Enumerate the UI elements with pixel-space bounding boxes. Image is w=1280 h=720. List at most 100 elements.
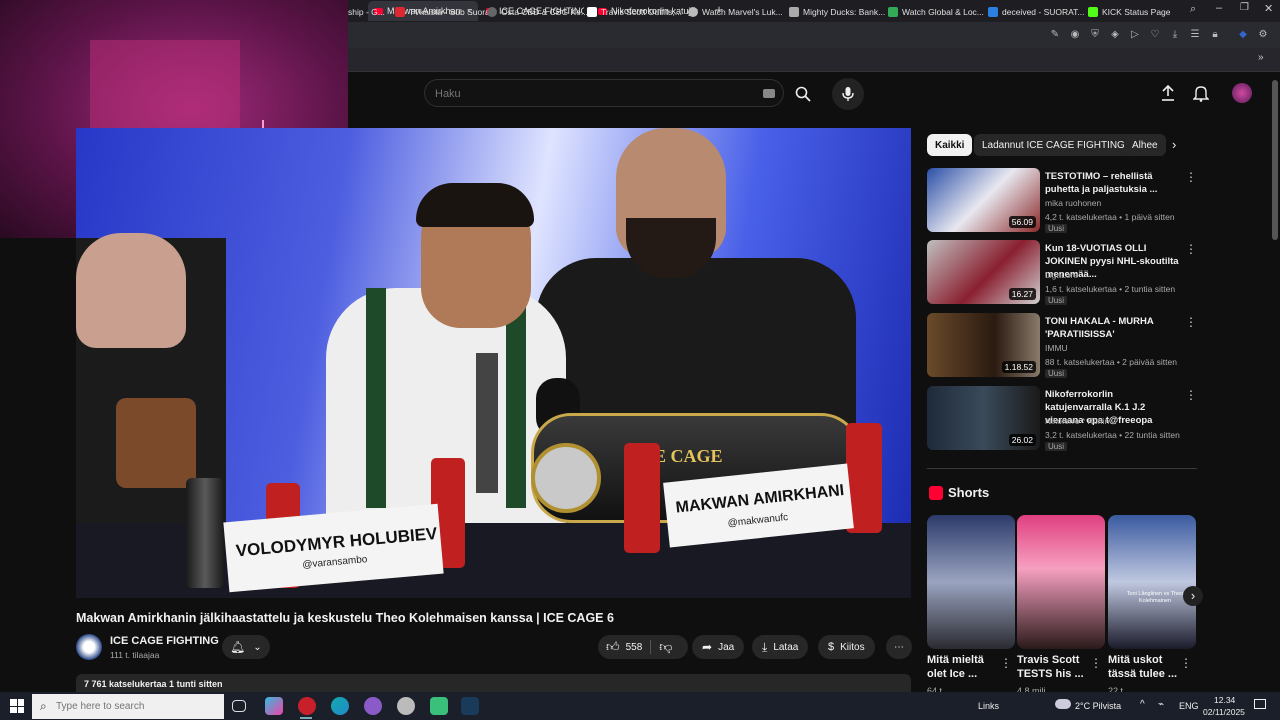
short-thumbnail[interactable] bbox=[927, 515, 1015, 649]
network-icon[interactable]: ⌁ bbox=[1158, 699, 1164, 710]
video-thumbnail[interactable]: 26.02 bbox=[927, 386, 1040, 450]
short-title[interactable]: Mitä mieltä olet Ice ... bbox=[927, 653, 1003, 681]
more-vertical-icon[interactable]: ⋮ bbox=[1000, 656, 1012, 670]
recommendation-title[interactable]: TESTOTIMO – rehellistä puhetta ja paljas… bbox=[1045, 170, 1180, 196]
short-thumbnail[interactable] bbox=[1017, 515, 1105, 649]
widgets-icon[interactable] bbox=[265, 697, 283, 715]
share-button[interactable]: ➦ Jaa bbox=[692, 635, 745, 659]
settings-icon[interactable]: ⚙ bbox=[1256, 28, 1270, 42]
task-view-icon[interactable] bbox=[232, 700, 246, 712]
new-badge: Uusi bbox=[1045, 224, 1068, 233]
taskbar-search[interactable]: ⌕ bbox=[32, 694, 224, 719]
download-button[interactable]: ⤓ Lataa bbox=[752, 635, 809, 659]
more-actions-button[interactable]: ⋯ bbox=[886, 635, 912, 659]
keyboard-icon[interactable] bbox=[763, 89, 775, 98]
opera-icon[interactable] bbox=[298, 697, 316, 715]
search-tabs-icon[interactable]: ⌕ bbox=[1190, 3, 1196, 16]
voice-search-button[interactable] bbox=[832, 78, 864, 110]
close-window-icon[interactable]: ✕ bbox=[1264, 2, 1273, 15]
short-title[interactable]: Mitä uskot tässä tulee ... bbox=[1108, 653, 1184, 681]
bookmark-item[interactable]: deceived - SUORAT... bbox=[988, 4, 1085, 20]
recommendation-channel[interactable]: mika ruohonen bbox=[1045, 198, 1101, 208]
divider bbox=[927, 468, 1197, 469]
search-input[interactable] bbox=[435, 86, 735, 102]
taskbar-search-input[interactable] bbox=[56, 699, 216, 714]
video-thumbnail[interactable]: 1.18.52 bbox=[927, 313, 1040, 377]
more-vertical-icon[interactable]: ⋮ bbox=[1185, 242, 1197, 256]
bookmark-item[interactable]: Osta CBD & CBG Ke... bbox=[487, 4, 588, 20]
bookmarks-overflow-icon[interactable]: » bbox=[1258, 52, 1264, 63]
bookmark-item[interactable]: TVkaista - Sub Suora bbox=[395, 4, 490, 20]
bookmark-item[interactable]: KICK Status Page bbox=[1088, 4, 1171, 20]
bookmark-item[interactable]: Watch Marvel's Luk... bbox=[688, 4, 783, 20]
search-button[interactable] bbox=[790, 81, 816, 107]
video-thumbnail[interactable]: 16.27 bbox=[927, 240, 1040, 304]
more-vertical-icon[interactable]: ⋮ bbox=[1185, 170, 1197, 184]
camera-icon[interactable]: ◉ bbox=[1068, 28, 1082, 42]
hair bbox=[416, 183, 534, 227]
clock-date[interactable]: 02/11/2025 bbox=[1203, 707, 1245, 717]
download-label: Lataa bbox=[773, 641, 799, 653]
chip-all[interactable]: Kaikki bbox=[927, 134, 973, 156]
avatar[interactable] bbox=[1232, 83, 1252, 103]
more-vertical-icon[interactable]: ⋮ bbox=[1185, 315, 1197, 329]
windows-start-button[interactable] bbox=[10, 699, 24, 713]
notifications-button[interactable] bbox=[1192, 84, 1211, 104]
recommendation-channel[interactable]: LigaLore bbox=[1045, 270, 1078, 280]
upload-button[interactable] bbox=[1160, 84, 1178, 104]
obs-icon[interactable] bbox=[430, 697, 448, 715]
clock-time[interactable]: 12.34 bbox=[1214, 695, 1235, 705]
recommendation-title[interactable]: TONI HAKALA - MURHA 'PARATIISISSA' bbox=[1045, 315, 1180, 341]
minimize-icon[interactable]: – bbox=[1216, 2, 1222, 14]
dislike-button[interactable]: 👎︎ bbox=[659, 639, 672, 655]
steam-icon[interactable] bbox=[461, 697, 479, 715]
scrollbar-thumb[interactable] bbox=[1272, 80, 1278, 240]
bookmark-item[interactable]: Watch Global & Loc... bbox=[888, 4, 984, 20]
bookmark-item[interactable]: Travis Scott Outfits,... bbox=[587, 4, 682, 20]
chip-uploaded-by[interactable]: Ladannut ICE CAGE FIGHTING bbox=[974, 134, 1133, 156]
description-box[interactable]: 7 761 katselukertaa 1 tunti sitten bbox=[76, 674, 911, 692]
recommendation-item[interactable]: 56.09 TESTOTIMO – rehellistä puhetta ja … bbox=[927, 168, 1197, 234]
weather-text[interactable]: 2°C Pilvista bbox=[1075, 701, 1121, 711]
short-thumbnail[interactable]: Toni Långlinen vs Theo Kolehmainen bbox=[1108, 515, 1196, 649]
bookmark-item[interactable]: Mighty Ducks: Bank... bbox=[789, 4, 885, 20]
discord-icon[interactable] bbox=[364, 697, 382, 715]
channel-name[interactable]: ICE CAGE FIGHTING bbox=[110, 635, 219, 647]
heart-icon[interactable]: ♡ bbox=[1148, 28, 1162, 42]
recommendation-channel[interactable]: Nikoferro * Korlin bbox=[1045, 416, 1109, 426]
notification-center-icon[interactable] bbox=[1254, 699, 1266, 709]
channel-avatar[interactable] bbox=[76, 634, 102, 660]
video-player[interactable]: ICE CAGE VOLODYMYR HOLUBIEV @varansambo … bbox=[76, 128, 911, 598]
recommendation-item[interactable]: 1.18.52 TONI HAKALA - MURHA 'PARATIISISS… bbox=[927, 313, 1197, 379]
chevron-right-icon[interactable]: › bbox=[1172, 137, 1176, 152]
like-button[interactable]: 👍︎ 558 bbox=[606, 639, 642, 655]
taskbar-links[interactable]: Links bbox=[978, 701, 999, 711]
search-box[interactable] bbox=[424, 79, 784, 107]
recommendation-item[interactable]: 26.02 Nikoferrokorlin katujenvarralla K.… bbox=[927, 386, 1197, 452]
menu-icon[interactable]: ☰ bbox=[1188, 28, 1202, 42]
shorts-next-button[interactable]: › bbox=[1183, 586, 1203, 606]
profile-icon[interactable]: ◆ bbox=[1236, 28, 1250, 42]
video-thumbnail[interactable]: 56.09 bbox=[927, 168, 1040, 232]
chip-related[interactable]: Alhee bbox=[1124, 134, 1166, 156]
more-vertical-icon[interactable]: ⋮ bbox=[1185, 388, 1197, 402]
maximize-icon[interactable]: ❐ bbox=[1240, 2, 1249, 13]
recommendation-item[interactable]: 16.27 Kun 18-VUOTIAS OLLI JOKINEN pyysi … bbox=[927, 240, 1197, 306]
chevron-up-icon[interactable]: ^ bbox=[1140, 699, 1145, 710]
more-vertical-icon[interactable]: ⋮ bbox=[1090, 656, 1102, 670]
short-title[interactable]: Travis Scott TESTS his ... bbox=[1017, 653, 1093, 681]
subscribed-bell-button[interactable]: 🔔︎ ⌄ bbox=[222, 635, 270, 659]
more-vertical-icon[interactable]: ⋮ bbox=[1180, 656, 1192, 670]
recommendation-channel[interactable]: IMMU bbox=[1045, 343, 1068, 353]
shield-icon[interactable]: ⛨ bbox=[1088, 28, 1102, 42]
play-icon[interactable]: ▷ bbox=[1128, 28, 1142, 42]
edit-icon[interactable]: ✎ bbox=[1048, 28, 1062, 42]
thanks-button[interactable]: $ Kiitos bbox=[818, 635, 875, 659]
bookmark-item[interactable]: ship - G... bbox=[348, 4, 385, 20]
edge-icon[interactable] bbox=[331, 697, 349, 715]
app-icon[interactable] bbox=[397, 697, 415, 715]
extension-icon[interactable]: ◈ bbox=[1108, 28, 1122, 42]
download-icon[interactable]: ⤓ bbox=[1168, 28, 1182, 42]
language-indicator[interactable]: ENG bbox=[1179, 701, 1199, 711]
lock-icon[interactable]: 🔒︎ bbox=[1208, 28, 1222, 42]
